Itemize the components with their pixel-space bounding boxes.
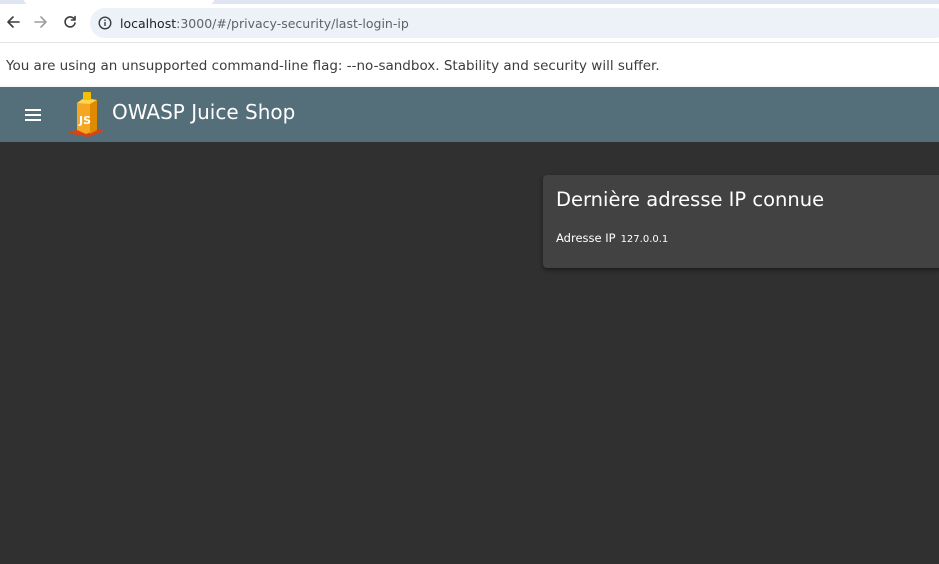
app-logo[interactable]: JS [64,90,108,138]
juice-shop-logo-icon: JS [67,92,105,137]
hamburger-menu-icon [25,109,41,121]
reload-button[interactable] [57,9,83,35]
url-host: localhost [120,16,177,31]
url-text[interactable]: localhost:3000/#/privacy-security/last-l… [120,16,409,31]
info-icon [98,16,112,30]
arrow-right-icon [34,16,47,28]
sidenav-toggle-button[interactable] [20,102,46,128]
browser-toolbar: localhost:3000/#/privacy-security/last-l… [0,4,939,42]
card-title: Dernière adresse IP connue [556,188,825,211]
ip-address-value: 127.0.0.1 [620,234,669,245]
address-bar[interactable]: localhost:3000/#/privacy-security/last-l… [90,8,939,38]
arrow-left-icon [7,16,20,28]
back-button[interactable] [0,9,26,35]
last-login-ip-card: Dernière adresse IP connue Adresse IP 127… [543,175,939,268]
app-header: JS OWASP Juice Shop [0,87,939,142]
warning-infobar: You are using an unsupported command-lin… [0,42,939,87]
ip-address-row: Adresse IP 127.0.0.1 [556,227,668,246]
svg-text:JS: JS [78,114,91,127]
app-title[interactable]: OWASP Juice Shop [112,100,295,124]
reload-icon [64,15,76,28]
ip-address-label: Adresse IP [556,231,616,245]
forward-button[interactable] [28,9,54,35]
url-path: :3000/#/privacy-security/last-login-ip [176,16,409,31]
infobar-message: You are using an unsupported command-lin… [6,58,660,74]
site-info-button[interactable] [96,14,114,32]
main-content: Dernière adresse IP connue Adresse IP 127… [0,142,939,564]
